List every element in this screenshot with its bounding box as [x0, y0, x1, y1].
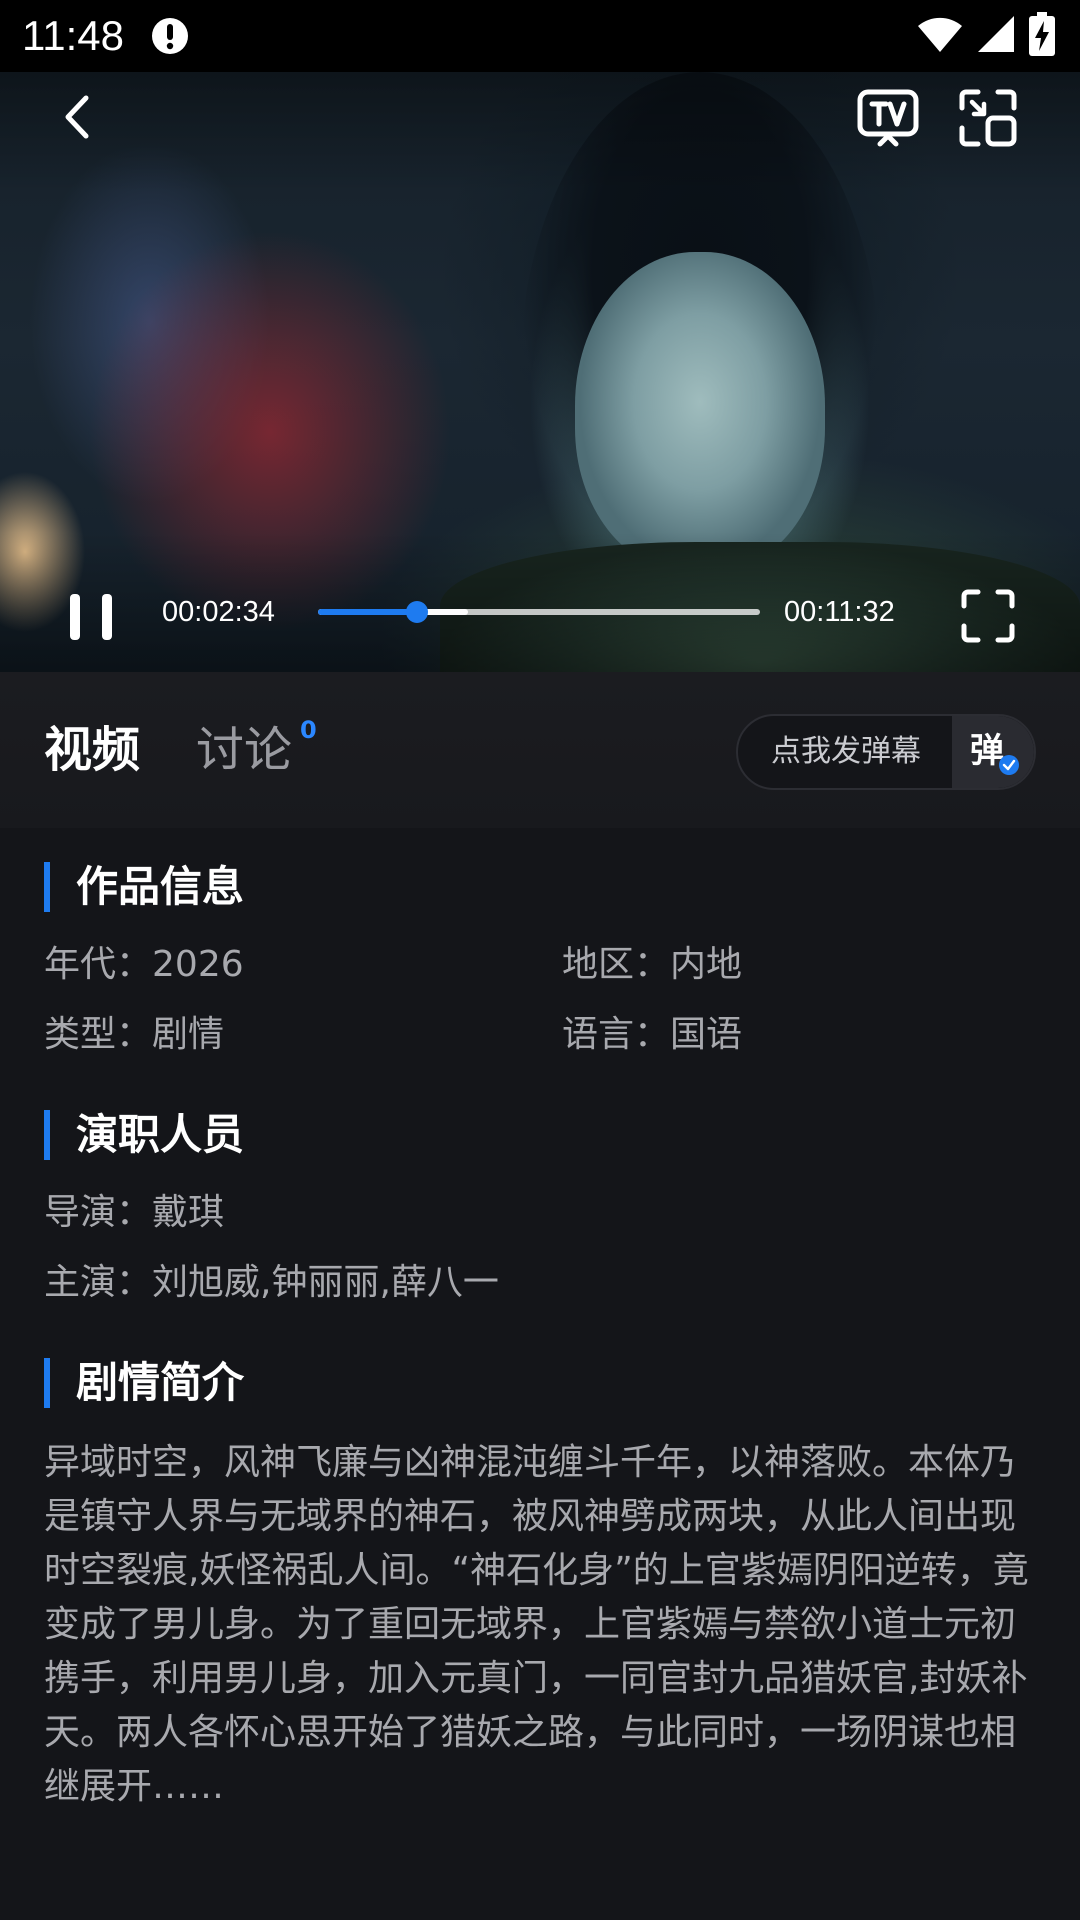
cast-tv-button[interactable] [852, 82, 924, 154]
info-genre-value: 剧情 [152, 1014, 225, 1055]
info-year: 年代：2026 [44, 942, 244, 988]
seek-bar[interactable] [318, 601, 760, 623]
cast-director-value: 戴琪 [152, 1192, 225, 1233]
synopsis-text: 异域时空，风神飞廉与凶神混沌缠斗千年，以神落败。本体乃是镇守人界与无域界的神石，… [44, 1442, 1029, 1807]
pause-icon [70, 594, 112, 640]
tv-cast-icon [857, 89, 919, 147]
discuss-count-badge: 0 [300, 716, 317, 744]
status-time: 11:48 [22, 12, 124, 59]
status-bar: 11:48 [0, 0, 1080, 72]
current-time: 00:02:34 [162, 596, 275, 628]
status-icons [916, 12, 1056, 60]
info-language-key: 语言： [562, 1014, 671, 1055]
alert-icon [150, 16, 190, 56]
tab-video[interactable]: 视频 [44, 720, 140, 780]
wifi-icon [916, 14, 964, 58]
info-region: 地区：内地 [562, 942, 742, 988]
pip-button[interactable] [952, 82, 1024, 154]
info-region-value: 内地 [670, 944, 743, 985]
info-region-key: 地区： [562, 944, 671, 985]
seek-thumb[interactable] [405, 601, 428, 623]
fullscreen-button[interactable] [952, 580, 1024, 652]
section-title-synopsis: 剧情简介 [44, 1358, 244, 1408]
back-button[interactable] [48, 82, 108, 152]
section-title-cast: 演职人员 [44, 1110, 244, 1160]
tab-discuss[interactable]: 讨论 [196, 720, 292, 780]
total-time: 00:11:32 [784, 596, 895, 628]
info-language: 语言：国语 [562, 1012, 742, 1058]
info-year-key: 年代： [44, 944, 153, 985]
info-language-value: 国语 [670, 1014, 743, 1055]
battery-charging-icon [1028, 12, 1056, 60]
cast-starring-key: 主演： [44, 1262, 153, 1303]
video-frame-face [575, 252, 825, 572]
fullscreen-icon [961, 589, 1015, 643]
info-year-value: 2026 [152, 944, 244, 985]
pause-button[interactable] [56, 582, 126, 652]
info-genre: 类型：剧情 [44, 1012, 224, 1058]
signal-icon [976, 14, 1016, 58]
danmaku-box: 点我发弹幕 弹 [736, 714, 1036, 790]
danmaku-toggle[interactable]: 弹 [952, 716, 1034, 788]
chevron-left-icon [65, 95, 89, 139]
cast-starring: 主演：刘旭威,钟丽丽,薛八一 [44, 1260, 499, 1306]
danmaku-send-input[interactable]: 点我发弹幕 [738, 716, 954, 788]
info-genre-key: 类型： [44, 1014, 153, 1055]
tabs-bar: 视频 讨论 0 点我发弹幕 弹 [0, 672, 1080, 828]
cast-starring-value: 刘旭威,钟丽丽,薛八一 [152, 1262, 499, 1303]
section-title-info: 作品信息 [44, 862, 244, 912]
video-player[interactable]: 00:02:34 00:11:32 [0, 72, 1080, 672]
picture-in-picture-icon [959, 89, 1017, 147]
check-circle-icon [998, 754, 1020, 776]
seek-played [318, 609, 417, 615]
cast-director: 导演：戴琪 [44, 1190, 224, 1236]
cast-director-key: 导演： [44, 1192, 153, 1233]
